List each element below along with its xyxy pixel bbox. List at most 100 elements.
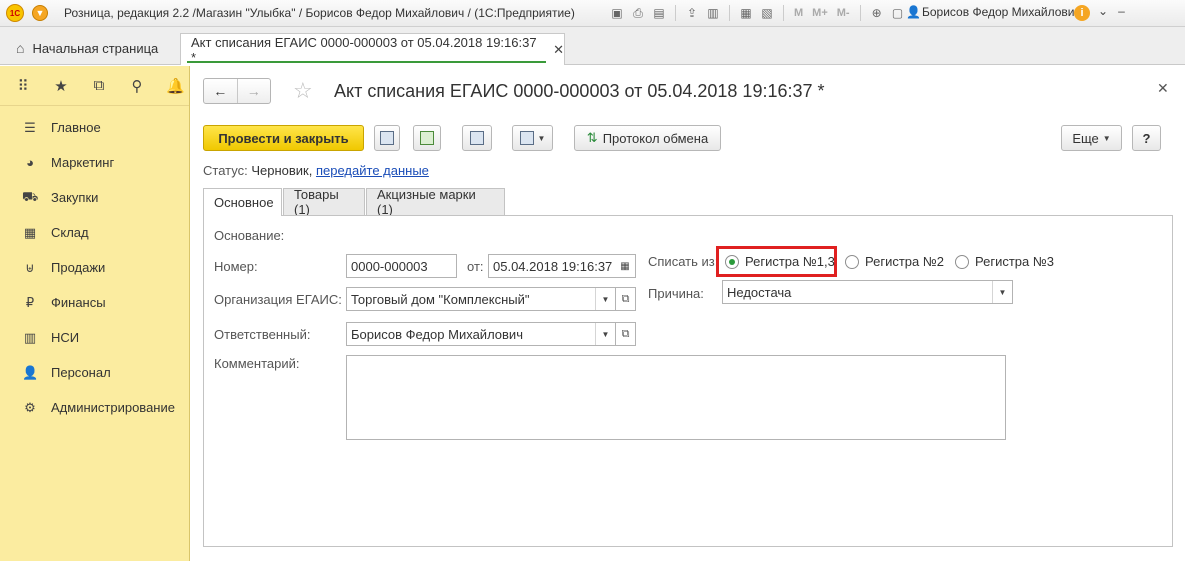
exchange-protocol-button[interactable]: ⇅ Протокол обмена: [574, 125, 721, 151]
bell-icon[interactable]: 🔔: [166, 77, 185, 95]
sidebar-item-admin[interactable]: ⚙ Администрирование: [0, 390, 189, 425]
chevron-down-icon: ▼: [1102, 133, 1111, 143]
minimize-icon[interactable]: –: [1118, 4, 1125, 18]
sidebar-toolbar: ⠿ ★ ⧉ ⚲ 🔔: [0, 66, 189, 106]
files-icon[interactable]: ▥: [704, 4, 722, 22]
radio-register-3[interactable]: Регистра №3: [955, 254, 1054, 269]
separator: [783, 5, 784, 21]
title-bar: 1С ▼ Розница, редакция 2.2 /Магазин "Улы…: [0, 0, 1185, 27]
post-and-close-button[interactable]: Провести и закрыть: [203, 125, 364, 151]
close-icon[interactable]: ✕: [553, 42, 564, 58]
related-documents-button[interactable]: [462, 125, 492, 151]
tab-excise-stamps[interactable]: Акцизные марки (1): [366, 187, 505, 217]
calculator-icon[interactable]: ▦: [737, 4, 755, 22]
back-arrow-icon[interactable]: ←: [204, 79, 238, 103]
open-form-icon: ⧉: [621, 292, 630, 305]
radio-register-2[interactable]: Регистра №2: [845, 254, 944, 269]
calendar-icon[interactable]: ▧: [758, 4, 776, 22]
current-user[interactable]: 👤 Борисов Федор Михайлович: [906, 5, 1081, 19]
chevron-down-icon: ▼: [537, 133, 546, 143]
sidebar-item-purchases[interactable]: ⛟ Закупки: [0, 180, 189, 215]
sidebar-item-nsi[interactable]: ▥ НСИ: [0, 320, 189, 355]
open-responsible-button[interactable]: ⧉: [615, 322, 636, 346]
ruble-coin-icon: ₽: [25, 294, 35, 310]
responsible-label: Ответственный:: [214, 327, 311, 342]
user-name: Борисов Федор Михайлович: [922, 5, 1081, 19]
sidebar-item-sales[interactable]: ⊎ Продажи: [0, 250, 189, 285]
tab-home[interactable]: ⌂ Начальная страница: [6, 33, 168, 63]
status-label: Статус:: [203, 163, 248, 178]
radio-label: Регистра №2: [865, 254, 945, 269]
exchange-arrows-icon: ⇅: [586, 130, 598, 145]
org-value: Торговый дом "Комплексный": [351, 291, 530, 307]
number-label: Номер:: [214, 259, 258, 274]
grid-menu-icon[interactable]: ⠿: [14, 77, 32, 95]
radio-selected-icon: [725, 254, 739, 269]
open-org-button[interactable]: ⧉: [615, 287, 636, 311]
favorite-star-icon[interactable]: ☆: [293, 78, 313, 104]
favorites-star-icon[interactable]: ★: [52, 77, 70, 95]
print-icon: [519, 131, 534, 145]
tab-home-label: Начальная страница: [32, 40, 159, 56]
preview-icon[interactable]: ▤: [650, 4, 668, 22]
history-icon[interactable]: ⧉: [90, 77, 108, 94]
comment-field[interactable]: [346, 355, 1006, 440]
page-title: Акт списания ЕГАИС 0000-000003 от 05.04.…: [334, 81, 825, 101]
reason-field[interactable]: Недостача ▼: [722, 280, 1013, 304]
save-icon[interactable]: ▣: [608, 4, 626, 22]
books-icon: ▥: [23, 329, 37, 345]
sidebar-item-label: Маркетинг: [51, 155, 115, 170]
search-icon[interactable]: ⚲: [128, 77, 146, 95]
shopping-basket-icon: ⊎: [25, 259, 35, 275]
main-menu-button[interactable]: ▼: [32, 5, 48, 21]
home-icon: ⌂: [16, 40, 25, 56]
sidebar-item-personnel[interactable]: 👤 Персонал: [0, 355, 189, 390]
sidebar-item-finance[interactable]: ₽ Финансы: [0, 285, 189, 320]
gear-icon: ⚙: [24, 399, 36, 415]
help-button[interactable]: ?: [1132, 125, 1161, 151]
reason-value: Недостача: [727, 284, 792, 300]
memory-minus-button[interactable]: M-: [834, 7, 853, 19]
tab-goods[interactable]: Товары (1): [283, 187, 365, 217]
org-field[interactable]: Торговый дом "Комплексный" ▼: [346, 287, 616, 311]
number-field[interactable]: 0000-000003: [346, 254, 457, 278]
comment-label: Комментарий:: [214, 356, 300, 371]
close-icon[interactable]: ✕: [1157, 80, 1169, 97]
sidebar-item-label: Администрирование: [51, 400, 175, 415]
zoom-icon[interactable]: ⊕: [868, 4, 886, 22]
responsible-field[interactable]: Борисов Федор Михайлович ▼: [346, 322, 616, 346]
memory-button[interactable]: M: [791, 7, 806, 19]
upload-icon[interactable]: ⇪: [683, 4, 701, 22]
chevron-down-icon[interactable]: ▼: [992, 281, 1012, 303]
sidebar-item-warehouse[interactable]: ▦ Склад: [0, 215, 189, 250]
separator: [729, 5, 730, 21]
chevron-down-icon[interactable]: ▼: [595, 288, 615, 310]
send-data-link[interactable]: передайте данные: [316, 163, 429, 178]
navigation-buttons: ← →: [203, 78, 271, 104]
radio-empty-icon: [955, 254, 969, 269]
sidebar-item-label: Склад: [51, 225, 89, 240]
chevron-down-icon[interactable]: ▼: [595, 323, 615, 345]
post-button[interactable]: [413, 125, 441, 151]
date-field[interactable]: 05.04.2018 19:16:37 ▦: [488, 254, 636, 278]
chevron-down-icon[interactable]: ⌄: [1098, 4, 1108, 18]
sidebar-item-marketing[interactable]: ◕ Маркетинг: [0, 145, 189, 180]
radio-register-1-3[interactable]: Регистра №1,3: [725, 254, 835, 269]
save-button[interactable]: [374, 125, 400, 151]
memory-plus-button[interactable]: M+: [809, 7, 831, 19]
warehouse-icon: ▦: [23, 224, 37, 240]
print-menu-button[interactable]: ▼: [512, 125, 553, 151]
sidebar-item-main[interactable]: ☰ Главное: [0, 110, 189, 145]
radio-label: Регистра №1,3: [745, 254, 835, 269]
sidebar-item-label: Главное: [51, 120, 101, 135]
window-icon[interactable]: ▢: [889, 4, 907, 22]
system-toolbar: ▣ ⎙ ▤ ⇪ ▥ ▦ ▧ M M+ M- ⊕ ▢: [608, 4, 907, 22]
info-icon[interactable]: i: [1074, 5, 1090, 21]
forward-arrow-icon[interactable]: →: [238, 79, 271, 103]
tab-document[interactable]: Акт списания ЕГАИС 0000-000003 от 05.04.…: [180, 33, 565, 65]
tab-main[interactable]: Основное: [203, 188, 282, 216]
calendar-icon[interactable]: ▦: [615, 255, 635, 277]
radio-empty-icon: [845, 254, 859, 269]
more-button[interactable]: Еще ▼: [1061, 125, 1122, 151]
print-icon[interactable]: ⎙: [629, 4, 647, 22]
